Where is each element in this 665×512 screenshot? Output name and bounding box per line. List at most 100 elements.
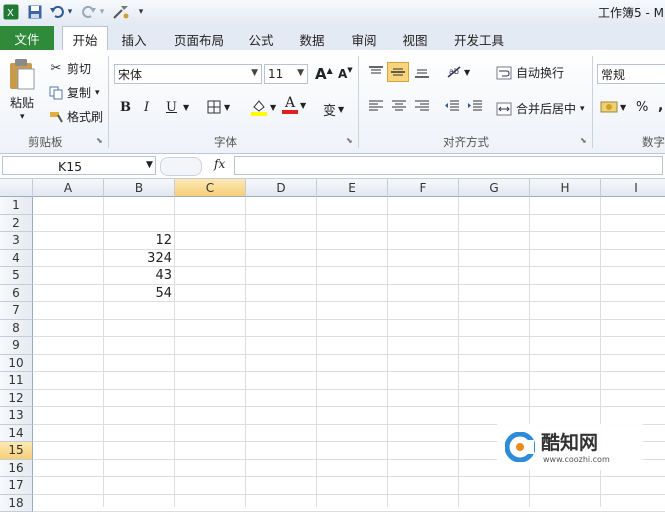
paste-button[interactable]: 粘贴 bbox=[10, 94, 34, 111]
redo-dropdown-icon[interactable]: ▾ bbox=[98, 3, 106, 21]
redo-icon[interactable] bbox=[80, 3, 98, 21]
tab-home[interactable]: 开始 bbox=[62, 26, 108, 52]
decrease-indent-button[interactable] bbox=[444, 100, 460, 112]
underline-dropdown-icon[interactable]: ▼ bbox=[183, 103, 189, 112]
cell-b5[interactable]: 43 bbox=[104, 267, 175, 284]
row-header-18[interactable]: 18 bbox=[0, 495, 33, 512]
svg-text:ab: ab bbox=[449, 67, 459, 76]
column-header-c[interactable]: C bbox=[175, 179, 246, 197]
copy-button[interactable]: 复制 ▾ bbox=[48, 84, 100, 101]
chevron-down-icon[interactable]: ▼ bbox=[146, 160, 153, 170]
orientation-button[interactable]: ab ▼ bbox=[446, 64, 470, 80]
align-top-button[interactable] bbox=[368, 66, 384, 78]
border-button[interactable]: ▼ bbox=[207, 100, 230, 114]
grid-column-line bbox=[387, 197, 388, 507]
column-header-e[interactable]: E bbox=[317, 179, 388, 197]
row-header-1[interactable]: 1 bbox=[0, 197, 33, 215]
format-painter-label: 格式刷 bbox=[67, 108, 103, 125]
format-painter-button[interactable]: 格式刷 bbox=[48, 108, 103, 125]
align-middle-button[interactable] bbox=[387, 62, 409, 82]
row-header-6[interactable]: 6 bbox=[0, 285, 33, 303]
row-header-2[interactable]: 2 bbox=[0, 215, 33, 233]
column-header-f[interactable]: F bbox=[388, 179, 459, 197]
phonetic-button[interactable]: 变 ▼ bbox=[323, 100, 344, 119]
chevron-down-icon: ▼ bbox=[251, 68, 258, 78]
row-header-16[interactable]: 16 bbox=[0, 460, 33, 478]
row-header-10[interactable]: 10 bbox=[0, 355, 33, 373]
tab-formulas[interactable]: 公式 bbox=[242, 28, 280, 50]
select-all-corner[interactable] bbox=[0, 179, 33, 197]
clipboard-launcher-icon[interactable]: ⬊ bbox=[96, 136, 103, 145]
font-size-select[interactable]: 11 ▼ bbox=[264, 64, 308, 84]
font-size-value: 11 bbox=[268, 67, 283, 81]
underline-button[interactable]: U bbox=[166, 100, 177, 115]
font-name-select[interactable]: 宋体 ▼ bbox=[114, 64, 262, 84]
align-center-button[interactable] bbox=[391, 100, 407, 112]
insert-function-button[interactable]: fx bbox=[214, 157, 225, 171]
column-header-g[interactable]: G bbox=[459, 179, 530, 197]
ribbon-home: 粘贴 ▾ ✂ 剪切 复制 ▾ 格式刷 剪贴板 ⬊ 宋体 ▼ 11 ▼ A▲ A▼… bbox=[0, 50, 665, 154]
save-icon[interactable] bbox=[26, 3, 44, 21]
paste-icon[interactable] bbox=[8, 56, 36, 92]
column-header-h[interactable]: H bbox=[530, 179, 601, 197]
wrap-text-button[interactable]: 自动换行 bbox=[496, 64, 564, 81]
font-launcher-icon[interactable]: ⬊ bbox=[346, 136, 353, 145]
comma-button[interactable]: , bbox=[658, 98, 663, 114]
paste-dropdown-icon[interactable]: ▾ bbox=[20, 112, 25, 122]
row-header-13[interactable]: 13 bbox=[0, 407, 33, 425]
align-left-button[interactable] bbox=[368, 100, 384, 112]
formula-bar-handle[interactable] bbox=[160, 157, 202, 176]
customize-qat-icon[interactable]: ▾ bbox=[136, 3, 146, 21]
row-header-15[interactable]: 15 bbox=[0, 442, 33, 460]
tab-page-layout[interactable]: 页面布局 bbox=[168, 28, 230, 50]
undo-icon[interactable] bbox=[48, 3, 66, 21]
row-header-7[interactable]: 7 bbox=[0, 302, 33, 320]
cut-button[interactable]: ✂ 剪切 bbox=[48, 60, 91, 77]
name-box[interactable]: K15 ▼ bbox=[2, 156, 156, 175]
row-header-12[interactable]: 12 bbox=[0, 390, 33, 408]
column-header-i[interactable]: I bbox=[601, 179, 665, 197]
align-bottom-button[interactable] bbox=[414, 66, 430, 78]
row-header-4[interactable]: 4 bbox=[0, 250, 33, 268]
bold-button[interactable]: B bbox=[120, 100, 131, 115]
undo-dropdown-icon[interactable]: ▾ bbox=[66, 3, 74, 21]
row-header-8[interactable]: 8 bbox=[0, 320, 33, 338]
percent-button[interactable]: % bbox=[636, 100, 648, 115]
row-header-11[interactable]: 11 bbox=[0, 372, 33, 390]
cell-b6[interactable]: 54 bbox=[104, 285, 175, 302]
grow-font-button[interactable]: A▲ bbox=[315, 65, 333, 83]
font-color-button[interactable]: A ▼ bbox=[282, 96, 306, 114]
tab-insert[interactable]: 插入 bbox=[114, 28, 154, 50]
grid-row-line bbox=[33, 319, 665, 320]
shrink-font-button[interactable]: A▼ bbox=[338, 67, 353, 81]
number-format-select[interactable]: 常规 bbox=[597, 64, 665, 84]
cell-b3[interactable]: 12 bbox=[104, 232, 175, 249]
align-right-button[interactable] bbox=[414, 100, 430, 112]
tab-file[interactable]: 文件 bbox=[0, 26, 54, 50]
column-header-b[interactable]: B bbox=[104, 179, 175, 197]
tools-icon[interactable] bbox=[111, 3, 131, 21]
copy-dropdown-icon[interactable]: ▾ bbox=[95, 88, 100, 98]
cell-b4[interactable]: 324 bbox=[104, 250, 175, 267]
merge-dropdown-icon[interactable]: ▾ bbox=[580, 104, 585, 114]
italic-button[interactable]: I bbox=[144, 100, 149, 115]
row-header-14[interactable]: 14 bbox=[0, 425, 33, 443]
merge-center-button[interactable]: 合并后居中 ▾ bbox=[496, 100, 585, 117]
column-header-a[interactable]: A bbox=[33, 179, 104, 197]
row-header-9[interactable]: 9 bbox=[0, 337, 33, 355]
increase-indent-button[interactable] bbox=[467, 100, 483, 112]
fill-color-button[interactable]: ▼ bbox=[250, 98, 276, 116]
tab-view[interactable]: 视图 bbox=[396, 28, 434, 50]
row-header-17[interactable]: 17 bbox=[0, 477, 33, 495]
grow-font-label: A bbox=[315, 65, 327, 83]
row-header-5[interactable]: 5 bbox=[0, 267, 33, 285]
row-header-3[interactable]: 3 bbox=[0, 232, 33, 250]
column-header-d[interactable]: D bbox=[246, 179, 317, 197]
tab-developer[interactable]: 开发工具 bbox=[448, 28, 510, 50]
tab-review[interactable]: 审阅 bbox=[345, 28, 383, 50]
excel-icon[interactable]: X bbox=[2, 3, 20, 21]
formula-input[interactable] bbox=[234, 156, 663, 175]
tab-data[interactable]: 数据 bbox=[293, 28, 331, 50]
accounting-format-button[interactable]: ▼ bbox=[600, 100, 626, 114]
alignment-launcher-icon[interactable]: ⬊ bbox=[580, 136, 587, 145]
